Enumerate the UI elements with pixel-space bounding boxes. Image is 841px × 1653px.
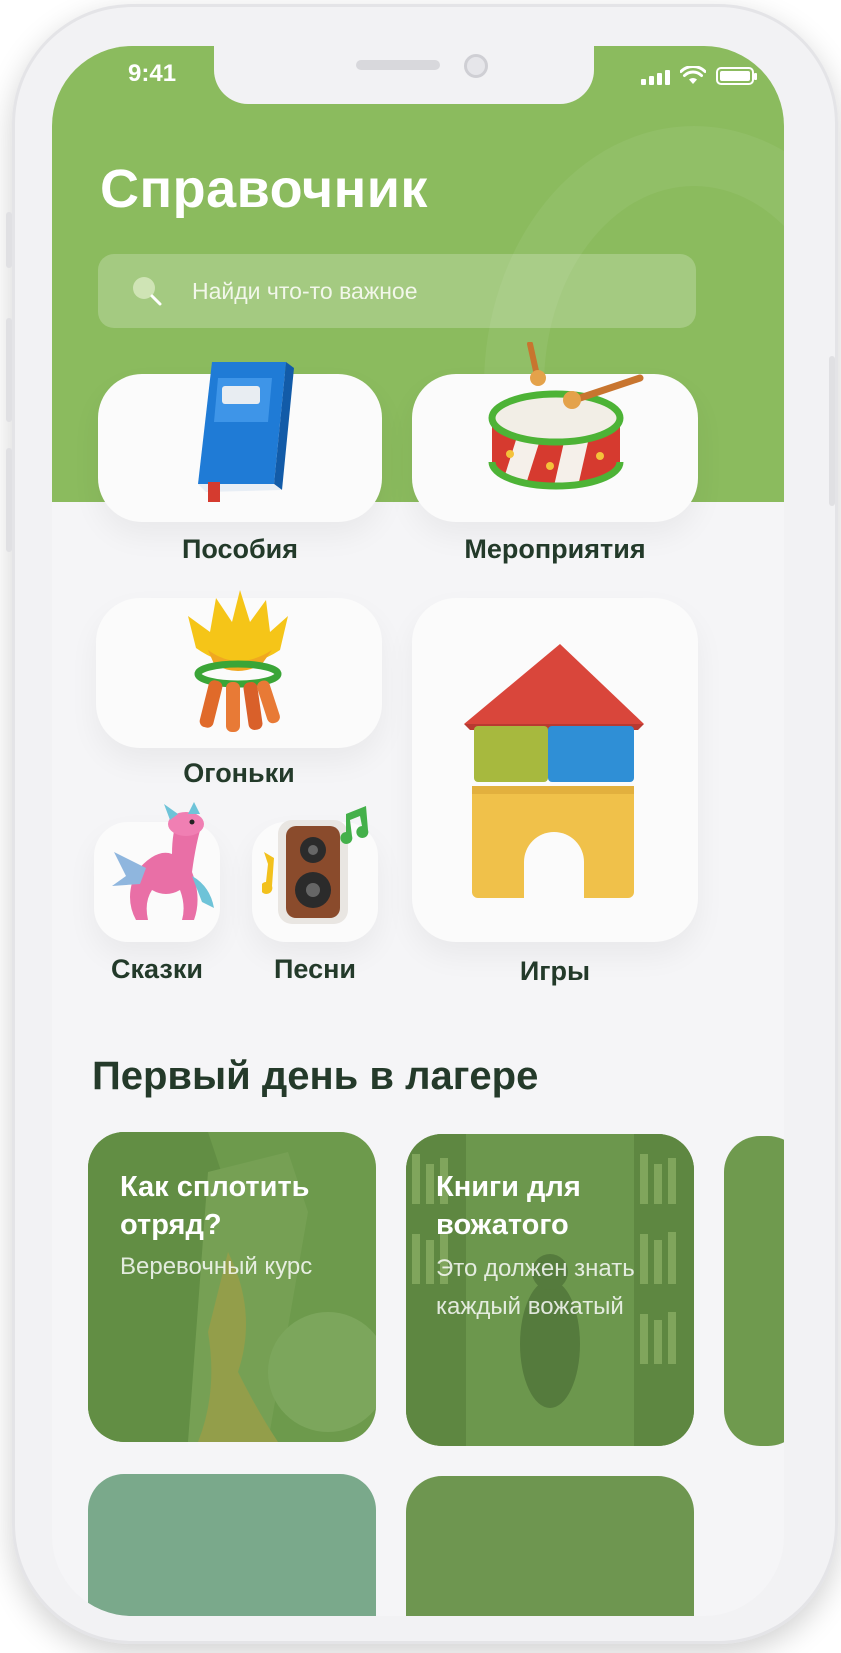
article-card[interactable] [88, 1474, 376, 1616]
battery-icon [716, 67, 757, 85]
category-label: Игры [519, 956, 591, 986]
card-title: Книги для вожатого [436, 1171, 581, 1241]
campfire-icon [188, 590, 288, 732]
article-card[interactable] [406, 1476, 694, 1616]
phone-side-button [829, 356, 835, 506]
phone-side-button [6, 212, 12, 268]
search-icon [133, 277, 162, 306]
phone-side-button [6, 318, 12, 422]
card-subtitle: Веревочный курс [120, 1253, 313, 1280]
card-subtitle: Это должен знать каждый вожатый [436, 1255, 635, 1320]
phone-notch [214, 46, 594, 104]
signal-icon [641, 70, 670, 85]
phone-speaker [356, 60, 440, 70]
book-icon [198, 362, 294, 502]
drum-icon [488, 342, 644, 490]
phone-camera [464, 54, 488, 78]
category-label: Пособия [181, 534, 299, 564]
search-placeholder: Найди что-то важное [192, 278, 418, 304]
app-screen: 9:41 Справочник Найди что-то важное Посо… [52, 46, 784, 1616]
category-label: Сказки [111, 954, 203, 984]
wifi-icon [680, 66, 706, 84]
search-input[interactable]: Найди что-то важное [98, 254, 696, 328]
category-label: Песни [274, 954, 356, 984]
status-icons [641, 66, 757, 85]
page-title: Справочник [100, 159, 428, 219]
card-title: Как сплотить отряд? [120, 1171, 310, 1241]
speaker-music-icon [262, 806, 369, 924]
dragon-icon [112, 802, 214, 920]
category-label: Огоньки [183, 758, 295, 788]
article-card[interactable]: Как сплотить отряд? Веревочный курс [88, 1132, 376, 1442]
article-card[interactable] [724, 1136, 784, 1446]
article-card[interactable]: Книги для вожатого Это должен знать кажд… [406, 1134, 694, 1446]
category-label: Мероприятия [464, 534, 646, 564]
section-title: Первый день в лагере [92, 1054, 539, 1098]
status-time: 9:41 [128, 60, 177, 87]
phone-side-button [6, 448, 12, 552]
toy-house-blocks-icon [464, 644, 644, 898]
